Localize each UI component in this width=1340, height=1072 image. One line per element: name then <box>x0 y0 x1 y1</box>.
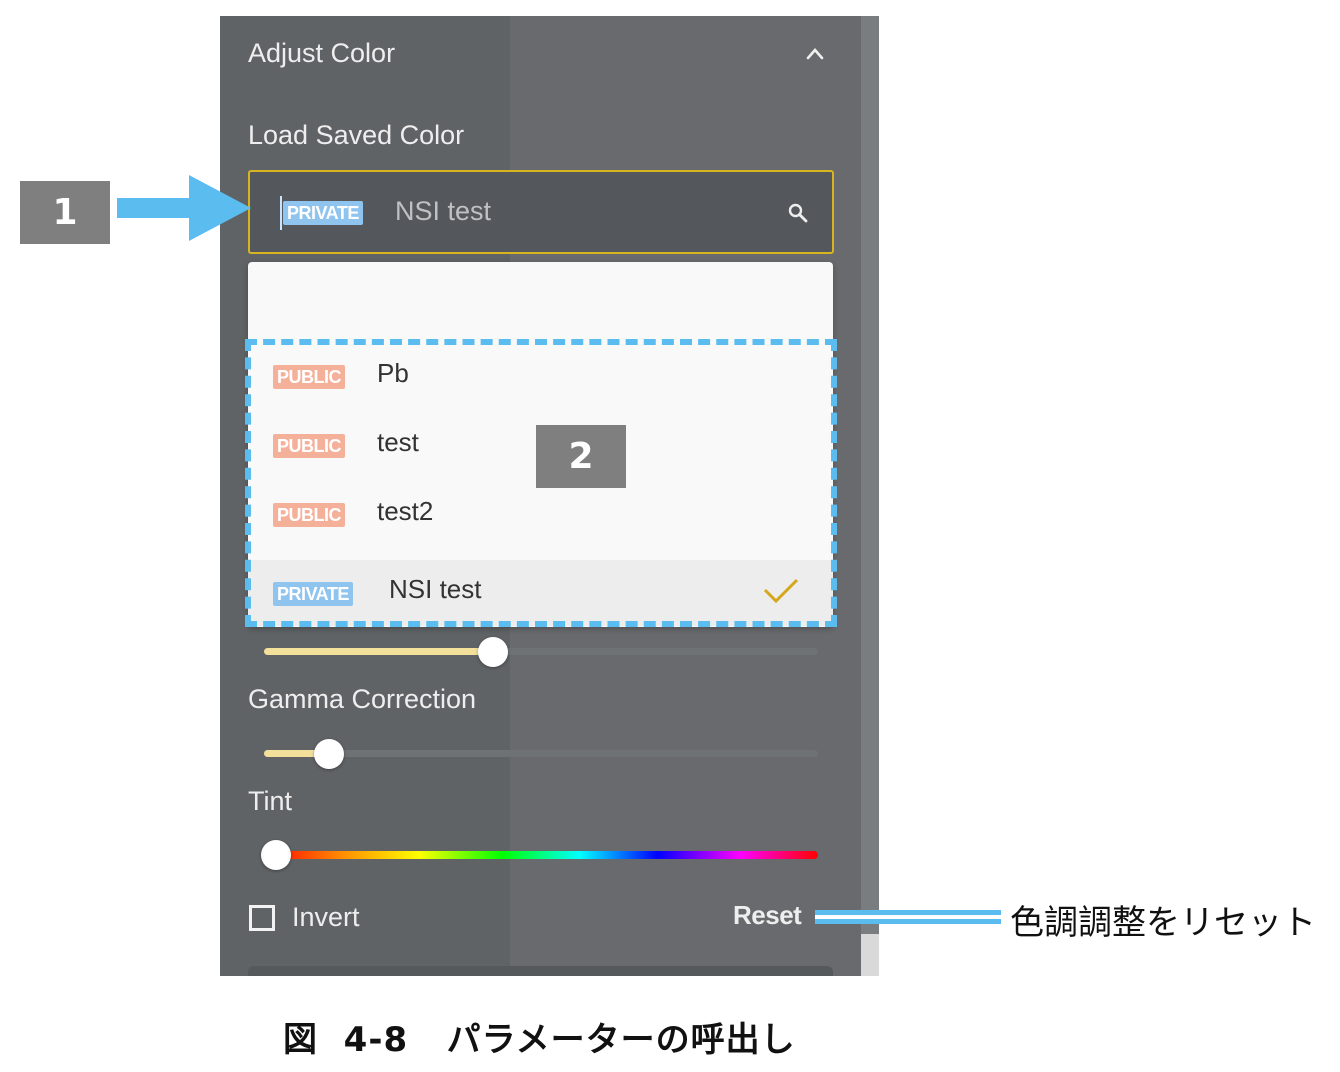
invert-checkbox[interactable] <box>249 905 275 931</box>
hidden-slider-fill <box>264 648 494 655</box>
tint-label: Tint <box>248 786 293 816</box>
callout-badge-2: 2 <box>536 425 626 488</box>
search-value[interactable]: NSI test <box>395 196 491 227</box>
load-saved-color-label: Load Saved Color <box>248 120 465 150</box>
reset-button[interactable]: Reset <box>733 900 802 931</box>
scrollbar-track[interactable] <box>861 16 879 976</box>
chevron-up-icon[interactable] <box>805 44 825 64</box>
callout-badge-1: 1 <box>20 181 110 244</box>
hidden-slider-thumb[interactable] <box>478 637 509 667</box>
panel-title: Adjust Color <box>248 38 396 68</box>
text-caret <box>280 196 282 230</box>
tint-slider-thumb[interactable] <box>261 840 291 870</box>
scrollbar-thumb[interactable] <box>861 934 879 976</box>
tint-slider-track[interactable] <box>264 851 818 859</box>
next-section-card <box>248 966 833 976</box>
callout-arrow-icon <box>117 175 251 241</box>
private-tag: PRIVATE <box>283 201 363 225</box>
search-icon[interactable] <box>787 202 809 224</box>
reset-annotation-text: 色調調整をリセット <box>1010 903 1316 943</box>
gamma-slider-thumb[interactable] <box>314 739 344 769</box>
gamma-slider-track[interactable] <box>264 750 818 757</box>
reset-callout-line <box>815 910 1001 924</box>
invert-label: Invert <box>292 902 360 932</box>
figure-caption: 図 4-8 パラメーターの呼出し <box>283 1020 796 1060</box>
saved-color-search-input[interactable]: PRIVATE NSI test <box>248 170 834 254</box>
gamma-correction-label: Gamma Correction <box>248 684 477 714</box>
